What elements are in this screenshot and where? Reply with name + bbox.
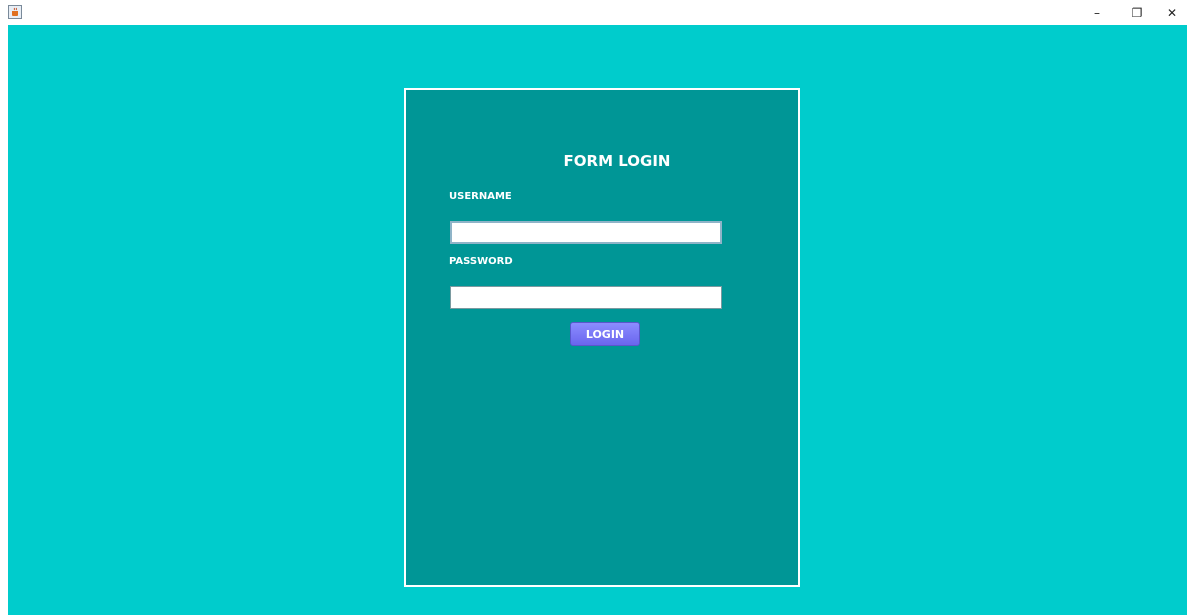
username-field[interactable] [450, 221, 722, 244]
window-content: FORM LOGIN USERNAME PASSWORD LOGIN [8, 25, 1187, 615]
password-label: PASSWORD [449, 256, 513, 267]
form-title: FORM LOGIN [563, 152, 671, 170]
title-bar: – ❐ ✕ [0, 0, 1187, 25]
restore-button[interactable]: ❐ [1117, 0, 1157, 25]
java-cup-icon[interactable] [8, 5, 22, 19]
username-label: USERNAME [449, 191, 512, 202]
login-button[interactable]: LOGIN [570, 322, 640, 346]
password-field[interactable] [450, 286, 722, 309]
close-button[interactable]: ✕ [1152, 0, 1187, 25]
minimize-button[interactable]: – [1077, 0, 1117, 25]
login-panel: FORM LOGIN USERNAME PASSWORD LOGIN [404, 88, 800, 587]
